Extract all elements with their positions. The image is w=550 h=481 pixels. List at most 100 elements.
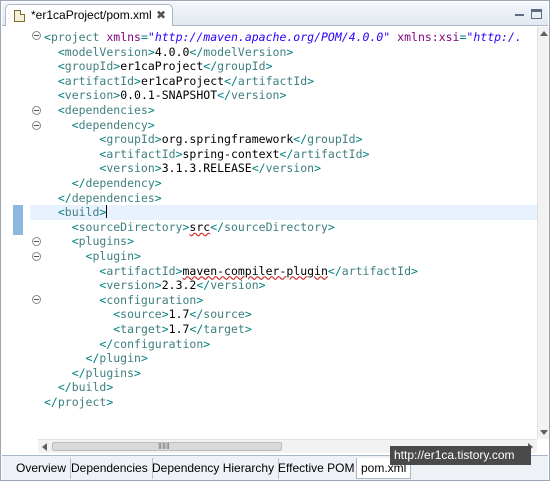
code-token: </	[196, 278, 211, 293]
code-line[interactable]: <configuration>	[44, 293, 203, 308]
code-token: </	[189, 322, 204, 336]
code-token: configuration	[113, 336, 204, 351]
code-line[interactable]: <modelVersion>4.0.0</modelVersion>	[44, 45, 293, 60]
maximize-icon[interactable]	[531, 9, 542, 19]
code-token: </	[44, 336, 114, 351]
code-token: <	[44, 59, 65, 74]
tab-overview[interactable]: Overview	[12, 458, 72, 479]
code-token: >	[175, 146, 183, 161]
code-line[interactable]: </dependencies>	[44, 191, 162, 206]
fold-toggle-icon[interactable]	[32, 252, 41, 261]
code-token: >	[327, 219, 335, 234]
code-token: >	[362, 146, 370, 161]
code-token: dependencies	[64, 103, 148, 117]
code-token: <	[44, 205, 65, 220]
code-token: >	[147, 103, 155, 117]
editor-tab-pom-xml[interactable]: *er1caProject/pom.xml ✖	[5, 4, 173, 26]
code-line[interactable]: <groupId>er1caProject</groupId>	[44, 59, 273, 74]
code-token: <	[44, 263, 107, 278]
code-token: <	[44, 249, 93, 263]
code-token: <	[44, 234, 79, 249]
code-token: =	[140, 30, 148, 44]
code-token: 3.1.3.RELEASE	[161, 161, 252, 176]
fold-toggle-icon[interactable]	[32, 121, 41, 130]
code-line[interactable]: </configuration>	[44, 337, 210, 352]
code-token: >	[258, 278, 266, 293]
code-token: </	[293, 132, 308, 147]
code-line[interactable]: <source>1.7</source>	[44, 307, 252, 322]
scroll-left-icon[interactable]	[42, 443, 47, 451]
code-line[interactable]: <artifactId>spring-context</artifactId>	[44, 147, 369, 162]
horizontal-scroll-thumb[interactable]: ⅡⅡⅡ	[52, 442, 282, 451]
fold-toggle-icon[interactable]	[32, 295, 41, 304]
code-line[interactable]: <plugins>	[44, 234, 134, 249]
code-line[interactable]: <groupId>org.springframework</groupId>	[44, 132, 362, 147]
code-token: <	[44, 73, 65, 88]
code-line[interactable]: <version>2.3.2</version>	[44, 278, 266, 293]
code-line[interactable]: <version>0.0.1-SNAPSHOT</version>	[44, 88, 287, 103]
code-token: <	[44, 292, 107, 307]
code-line[interactable]: </plugins>	[44, 366, 141, 381]
code-token: >	[175, 263, 183, 278]
code-token: >	[286, 44, 294, 59]
code-token: >	[244, 322, 252, 336]
code-token: artifactId	[237, 73, 308, 88]
code-token: groupId	[307, 132, 356, 147]
code-token: version	[230, 88, 280, 103]
code-token: source	[203, 307, 245, 322]
code-token: >	[154, 190, 162, 205]
code-line[interactable]: </build>	[44, 380, 113, 395]
scroll-down-icon[interactable]	[540, 430, 548, 435]
minimize-icon[interactable]	[514, 8, 526, 20]
code-token: xmlns:xsi	[397, 30, 460, 44]
code-line[interactable]: <project xmlns="http://maven.apache.org/…	[44, 30, 522, 45]
code-line[interactable]: <dependencies>	[44, 103, 155, 118]
fold-toggle-icon[interactable]	[32, 31, 41, 40]
code-token: </	[327, 263, 342, 278]
code-token: version	[265, 161, 315, 176]
code-token: 2.3.2	[161, 278, 197, 293]
fold-toggle-icon[interactable]	[32, 106, 41, 115]
code-line[interactable]: </plugin>	[44, 351, 148, 366]
code-token: <	[44, 88, 65, 103]
code-token: <	[44, 322, 121, 336]
code-line[interactable]: <artifactId>er1caProject</artifactId>	[44, 74, 314, 89]
code-token: </	[189, 44, 204, 59]
code-token: <	[44, 161, 107, 176]
code-token: target	[120, 322, 162, 336]
editor-tab-bar: *er1caProject/pom.xml ✖	[2, 2, 548, 26]
code-token: version	[106, 161, 155, 176]
code-token: configuration	[106, 292, 197, 307]
code-line[interactable]: <dependency>	[44, 118, 155, 133]
code-token: >	[154, 161, 162, 176]
code-line[interactable]: <target>1.7</target>	[44, 322, 252, 337]
tab-effective-pom[interactable]: Effective POM	[274, 458, 360, 479]
code-token: 0.0.1-SNAPSHOT	[120, 88, 218, 103]
spelling-warning-token: maven-compiler-plugin	[182, 263, 328, 278]
scroll-up-icon[interactable]	[540, 31, 548, 36]
code-token: dependency	[78, 117, 148, 132]
code-token: </	[44, 365, 86, 380]
code-line[interactable]: </project>	[44, 395, 113, 410]
fold-toggle-icon[interactable]	[32, 237, 41, 246]
code-line[interactable]: <build>	[30, 205, 538, 221]
code-token: 1.7	[168, 322, 190, 336]
close-icon[interactable]: ✖	[156, 8, 166, 22]
code-line[interactable]: <sourceDirectory>src</sourceDirectory>	[44, 220, 335, 235]
tab-dependencies[interactable]: Dependencies	[67, 458, 153, 479]
code-token: sourceDirectory	[78, 219, 183, 234]
xml-source-editor[interactable]: <project xmlns="http://maven.apache.org/…	[2, 27, 538, 439]
vertical-scrollbar[interactable]	[537, 27, 549, 439]
code-token: >	[161, 307, 169, 322]
code-token: groupId	[106, 132, 155, 147]
code-line[interactable]: <plugin>	[44, 249, 141, 264]
code-token: artifactId	[106, 146, 176, 161]
code-token: >	[279, 88, 287, 103]
code-line[interactable]: <artifactId>maven-compiler-plugin</artif…	[44, 264, 418, 279]
code-token: </	[203, 59, 218, 74]
code-line[interactable]: </dependency>	[44, 176, 162, 191]
tab-dependency-hierarchy[interactable]: Dependency Hierarchy	[148, 458, 280, 479]
code-line[interactable]: <version>3.1.3.RELEASE</version>	[44, 161, 321, 176]
code-token: </	[44, 380, 72, 395]
code-token: <	[44, 103, 65, 117]
